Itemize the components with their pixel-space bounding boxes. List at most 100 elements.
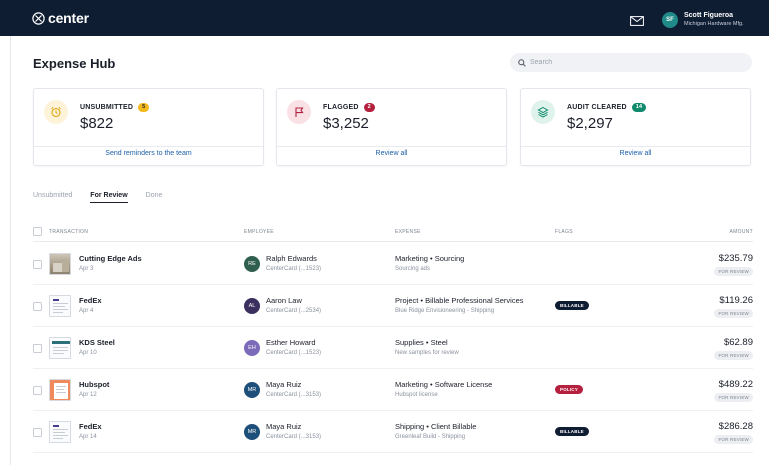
card-amount: $3,252	[323, 115, 369, 132]
transaction-date: Apr 14	[79, 434, 97, 440]
select-all-checkbox[interactable]	[33, 227, 42, 236]
row-checkbox[interactable]	[33, 428, 42, 437]
card-icon-wrap	[531, 100, 555, 124]
employee-avatar: MR	[244, 424, 260, 440]
expense-category: Marketing • Software License	[395, 380, 493, 389]
user-organization: Michigan Hardware Mfg.	[684, 21, 744, 27]
receipt-thumbnail[interactable]	[49, 421, 71, 443]
column-header-flags[interactable]: FLAGS	[555, 229, 573, 235]
layers-icon	[537, 106, 549, 118]
card-amount: $822	[80, 115, 114, 132]
status-badge: FOR REVIEW	[714, 309, 753, 318]
merchant-name: FedEx	[79, 422, 102, 431]
summary-card-flagged: FLAGGED 2 $3,252 Review all	[276, 88, 507, 166]
expense-note: Hubspot license	[395, 392, 438, 398]
search-box[interactable]	[510, 53, 752, 72]
card-divider	[277, 146, 506, 147]
page-title: Expense Hub	[33, 56, 116, 71]
card-divider	[34, 146, 263, 147]
transaction-date: Apr 10	[79, 350, 97, 356]
employee-avatar: AL	[244, 298, 260, 314]
merchant-name: FedEx	[79, 296, 102, 305]
employee-card: CenterCard (...3153)	[266, 434, 322, 440]
row-checkbox[interactable]	[33, 302, 42, 311]
employee-avatar: MR	[244, 382, 260, 398]
table-row[interactable]: FedEx Apr 4 AL Aaron Law CenterCard (...…	[33, 285, 753, 327]
tab-done[interactable]: Done	[146, 192, 163, 203]
card-label: UNSUBMITTED 5	[80, 103, 150, 112]
amount: $235.79	[718, 253, 753, 264]
status-badge: FOR REVIEW	[714, 393, 753, 402]
column-header-amount[interactable]: AMOUNT	[730, 229, 753, 235]
expense-note: Greenleaf Build - Shipping	[395, 434, 466, 440]
receipt-thumbnail[interactable]	[49, 253, 71, 275]
employee-card: CenterCard (...1523)	[266, 350, 322, 356]
expense-note: Blue Ridge Envisioneering - Shipping	[395, 308, 495, 314]
column-header-expense[interactable]: EXPENSE	[395, 229, 421, 235]
table-row[interactable]: Hubspot Apr 12 MR Maya Ruiz CenterCard (…	[33, 369, 753, 411]
column-header-employee[interactable]: EMPLOYEE	[244, 229, 274, 235]
receipt-thumbnail[interactable]	[49, 337, 71, 359]
send-reminders-link[interactable]: Send reminders to the team	[34, 150, 263, 157]
expense-category: Shipping • Client Billable	[395, 422, 477, 431]
search-input[interactable]	[530, 59, 730, 66]
billable-flag-badge: BILLABLE	[555, 301, 589, 310]
table-row[interactable]: Cutting Edge Ads Apr 3 RE Ralph Edwards …	[33, 243, 753, 285]
table-row[interactable]: KDS Steel Apr 10 EH Esther Howard Center…	[33, 327, 753, 369]
card-amount: $2,297	[567, 115, 613, 132]
user-avatar[interactable]: SF	[662, 12, 678, 28]
receipt-thumbnail[interactable]	[49, 295, 71, 317]
merchant-name: Hubspot	[79, 380, 110, 389]
card-label-text: AUDIT CLEARED	[567, 104, 627, 111]
count-badge: 5	[138, 103, 150, 112]
status-badge: FOR REVIEW	[714, 435, 753, 444]
card-label-text: FLAGGED	[323, 104, 359, 111]
card-icon-wrap	[44, 100, 68, 124]
amount: $62.89	[723, 337, 753, 348]
card-divider	[521, 146, 750, 147]
tab-unsubmitted[interactable]: Unsubmitted	[33, 192, 72, 203]
employee-name: Maya Ruiz	[266, 380, 302, 389]
table-row[interactable]: FedEx Apr 14 MR Maya Ruiz CenterCard (..…	[33, 411, 753, 453]
card-label: AUDIT CLEARED 14	[567, 103, 647, 112]
card-icon-wrap	[287, 100, 311, 124]
employee-name: Ralph Edwards	[266, 254, 317, 263]
column-header-transaction[interactable]: TRANSACTION	[49, 229, 88, 235]
card-label: FLAGGED 2	[323, 103, 375, 112]
review-all-flagged-link[interactable]: Review all	[277, 150, 506, 157]
row-checkbox[interactable]	[33, 260, 42, 269]
employee-card: CenterCard (...3153)	[266, 392, 322, 398]
expense-note: New samples for review	[395, 350, 459, 356]
transaction-date: Apr 12	[79, 392, 97, 398]
top-nav-bar: center SF Scott Figueroa Michigan Hardwa…	[0, 0, 769, 36]
row-checkbox[interactable]	[33, 386, 42, 395]
amount: $119.26	[719, 295, 753, 306]
count-badge: 2	[363, 103, 375, 112]
status-badge: FOR REVIEW	[714, 351, 753, 360]
employee-card: CenterCard (...1523)	[266, 266, 322, 272]
employee-name: Aaron Law	[266, 296, 302, 305]
row-checkbox[interactable]	[33, 344, 42, 353]
employee-card: CenterCard (...2534)	[266, 308, 322, 314]
summary-card-audit-cleared: AUDIT CLEARED 14 $2,297 Review all	[520, 88, 751, 166]
summary-card-unsubmitted: UNSUBMITTED 5 $822 Send reminders to the…	[33, 88, 264, 166]
status-tabs: Unsubmitted For Review Done	[33, 192, 180, 203]
expense-category: Supplies • Steel	[395, 338, 448, 347]
transaction-date: Apr 3	[79, 266, 94, 272]
logo-text: center	[48, 10, 89, 26]
flag-icon	[295, 107, 304, 117]
employee-name: Esther Howard	[266, 338, 316, 347]
review-all-cleared-link[interactable]: Review all	[521, 150, 750, 157]
tab-for-review[interactable]: For Review	[90, 192, 128, 203]
expense-note: Sourcing ads	[395, 266, 431, 272]
mail-icon[interactable]	[630, 13, 644, 31]
app-logo[interactable]: center	[32, 10, 89, 26]
count-badge: 14	[631, 103, 647, 112]
expense-category: Project • Billable Professional Services	[395, 296, 524, 305]
center-logo-icon	[32, 11, 45, 25]
transaction-date: Apr 4	[79, 308, 94, 314]
user-name[interactable]: Scott Figueroa	[684, 12, 733, 19]
merchant-name: KDS Steel	[79, 338, 115, 347]
amount: $489.22	[718, 379, 753, 390]
receipt-thumbnail[interactable]	[49, 379, 71, 401]
